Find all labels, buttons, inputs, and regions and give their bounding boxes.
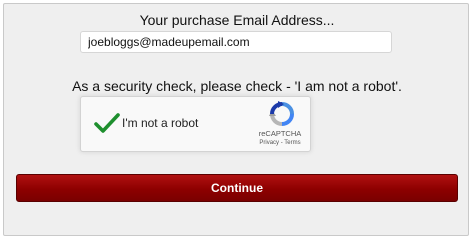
- recaptcha-widget: I'm not a robot reCAPTCHA Privacy - Term…: [80, 96, 311, 152]
- recaptcha-brand: reCAPTCHA: [258, 129, 302, 138]
- checkmark-icon[interactable]: [94, 112, 120, 134]
- terms-link[interactable]: Terms: [284, 140, 300, 146]
- continue-button[interactable]: Continue: [16, 174, 458, 202]
- privacy-link[interactable]: Privacy: [259, 140, 279, 146]
- recaptcha-links: Privacy - Terms: [249, 140, 311, 146]
- email-label: Your purchase Email Address...: [139, 12, 335, 28]
- recaptcha-label: I'm not a robot: [122, 116, 199, 130]
- email-input[interactable]: [80, 31, 392, 53]
- security-check-instruction: As a security check, please check - 'I a…: [72, 78, 402, 94]
- recaptcha-logo-icon: [269, 101, 294, 126]
